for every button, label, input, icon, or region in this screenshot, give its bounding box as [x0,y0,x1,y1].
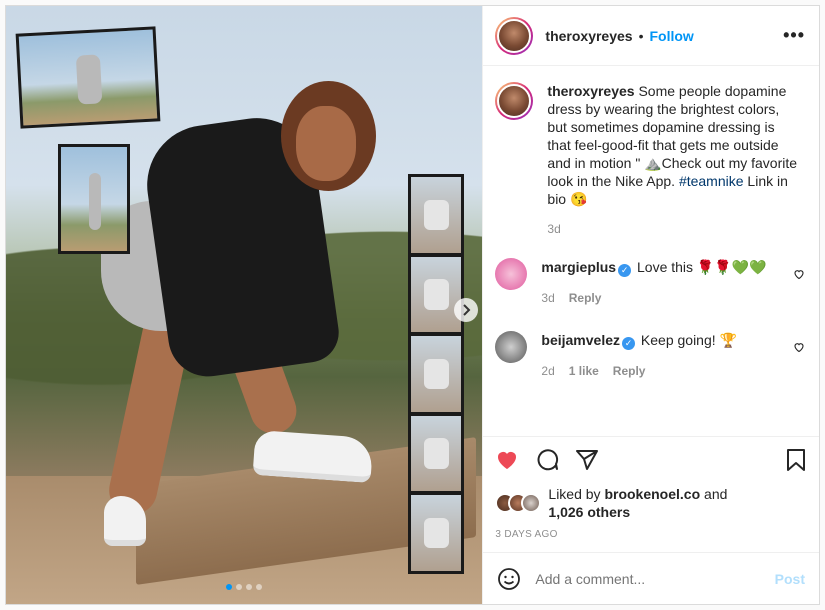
comment-username[interactable]: margieplus [541,259,616,275]
verified-badge-icon: ✓ [618,264,632,277]
comment-text: beijamvelez ✓ Keep going! 🏆 2d 1 like Rep… [541,331,791,380]
verified-badge-icon: ✓ [622,337,636,350]
add-comment-bar: Post [483,552,819,604]
comment-like-heart-icon[interactable] [793,341,805,353]
photo-strip-frame [411,177,461,253]
caption-author-avatar[interactable] [495,82,534,120]
comment-like-heart-icon[interactable] [793,268,805,280]
comment-text: margieplus ✓ Love this 🌹🌹💚💚 3d Reply [541,258,791,307]
likes-others[interactable]: 1,026 others [548,504,630,520]
paper-plane-icon[interactable] [575,448,599,472]
comment-body: Love this 🌹🌹💚💚 [637,259,767,275]
sneaker-right [252,429,374,484]
photo-strip [408,174,464,574]
heart-filled-icon[interactable] [495,448,519,472]
author-username[interactable]: theroxyreyes [545,28,632,44]
comment-item: beijamvelez ✓ Keep going! 🏆 2d 1 like Rep… [495,331,807,380]
comment-meta: 2d 1 like Reply [541,362,791,380]
likes-summary: Liked by brookenoel.co and 1,026 others [495,485,807,521]
chevron-right-icon[interactable] [454,298,478,322]
reply-button[interactable]: Reply [569,289,602,307]
header-separator: • [638,27,644,44]
likes-prefix: Liked by [548,486,605,502]
follow-button[interactable]: Follow [649,28,693,44]
carousel-dots [6,584,482,590]
collage-photo-1 [15,26,161,129]
post-date: 3 DAYS AGO [495,529,558,540]
liker-avatar [521,493,542,513]
comment-meta: 3d Reply [541,289,791,307]
caption: theroxyreyes Some people dopamine dress … [495,82,807,238]
comment-username[interactable]: beijamvelez [541,332,620,348]
collage-photo-2 [58,144,130,254]
likes-connector: and [700,486,728,502]
bookmark-icon[interactable] [785,448,807,472]
post-image[interactable] [6,6,483,604]
more-horizontal-icon[interactable]: ••• [783,25,805,46]
photo-strip-frame [411,336,461,412]
comment-age: 2d [541,364,555,378]
reply-button[interactable]: Reply [613,362,646,380]
emoji-icon[interactable] [497,567,521,591]
comment-item: margieplus ✓ Love this 🌹🌹💚💚 3d Reply [495,258,807,307]
caption-age: 3d [547,222,561,236]
instagram-post-modal: theroxyreyes • Follow ••• theroxyreyes S… [5,5,820,605]
comment-age: 3d [541,291,555,305]
comment-like-count[interactable]: 1 like [569,362,599,380]
action-icons [495,445,807,475]
caption-username[interactable]: theroxyreyes [547,83,634,99]
commenter-avatar[interactable] [495,258,528,290]
carousel-dot-active [226,584,233,590]
photo-strip-frame [411,495,461,571]
post-header: theroxyreyes • Follow ••• [483,6,819,66]
commenter-avatar[interactable] [495,331,528,363]
model-face [296,106,356,181]
likes-user[interactable]: brookenoel.co [604,486,700,502]
comments-section: theroxyreyes Some people dopamine dress … [483,66,819,436]
add-comment-input[interactable] [535,570,775,587]
caption-meta: 3d [547,220,797,238]
comment-body: Keep going! 🏆 [640,332,737,348]
photo-strip-frame [411,256,461,333]
author-avatar[interactable] [495,16,534,55]
post-button[interactable]: Post [775,571,805,587]
carousel-dot [256,584,263,590]
caption-text: theroxyreyes Some people dopamine dress … [547,82,797,238]
carousel-dot [246,584,253,590]
post-side-panel: theroxyreyes • Follow ••• theroxyreyes S… [482,6,819,604]
comment-icon[interactable] [535,448,559,472]
photo-strip-frame [411,415,461,492]
caption-hashtag[interactable]: #teamnike [679,173,744,189]
post-actions: Liked by brookenoel.co and 1,026 others … [483,436,819,552]
carousel-dot [236,584,243,590]
likes-text[interactable]: Liked by brookenoel.co and 1,026 others [548,485,727,521]
